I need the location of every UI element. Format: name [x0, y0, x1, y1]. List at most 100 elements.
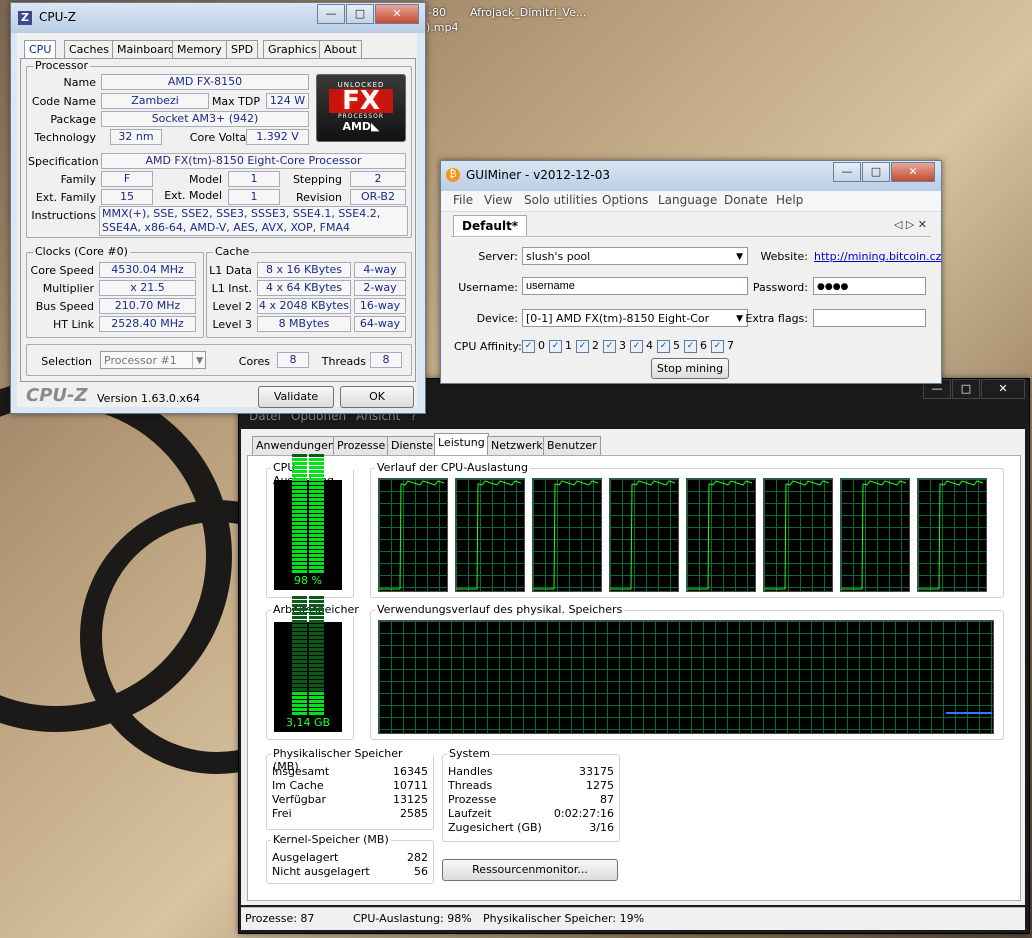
meter-segment [292, 612, 307, 615]
meter-segment [292, 510, 307, 513]
stat-row: Verfügbar 13125 [272, 793, 428, 807]
selection-select[interactable]: Processor #1 ▼ [100, 351, 206, 370]
maximize-icon[interactable]: □ [346, 4, 374, 24]
device-select[interactable]: [0-1] AMD FX(tm)-8150 Eight-Cor ▼ [522, 309, 748, 327]
stat-label: Frei [272, 807, 292, 820]
password-input[interactable]: ●●●● [813, 277, 926, 295]
desktop-file-label[interactable]: Afrojack_Dimitri_Ve... [470, 6, 586, 19]
close-icon[interactable]: ✕ [891, 162, 935, 182]
resource-monitor-button[interactable]: Ressourcenmonitor... [442, 859, 618, 881]
family-value: F [101, 171, 153, 187]
window-controls: — □ ✕ [316, 4, 419, 24]
meter-segment [292, 600, 307, 603]
tab-next-icon[interactable]: ▷ [906, 218, 914, 231]
model-value: 1 [228, 171, 280, 187]
extra-flags-input[interactable] [813, 309, 926, 327]
meter-segment [309, 656, 324, 659]
tab-leistung[interactable]: Leistung [434, 433, 489, 455]
close-icon[interactable]: ✕ [375, 4, 419, 24]
meter-segment [309, 506, 324, 509]
name-value: AMD FX-8150 [101, 74, 309, 90]
package-label: Package [50, 113, 96, 126]
meter-segment [309, 454, 324, 457]
tab-anwendungen[interactable]: Anwendungen [252, 436, 339, 455]
meter-segment [292, 668, 307, 671]
check-icon: ✓ [522, 339, 535, 353]
close-icon[interactable]: ✕ [981, 379, 1025, 399]
tab-cpu[interactable]: CPU [24, 40, 57, 59]
stop-mining-button[interactable]: Stop mining [651, 358, 729, 379]
stat-label: Laufzeit [448, 807, 492, 820]
tab-benutzer[interactable]: Benutzer [543, 436, 601, 455]
cpu-affinity-checkboxes: ✓ 0 ✓ 1 ✓ 2 ✓ 3 ✓ 4 ✓ 5 ✓ 6 ✓ 7 [522, 339, 734, 353]
tab-memory[interactable]: Memory [172, 40, 227, 59]
username-input[interactable] [522, 277, 748, 295]
menu-file[interactable]: File [453, 193, 473, 207]
stat-value: 10711 [393, 779, 428, 792]
affinity-checkbox[interactable]: ✓ 5 [657, 339, 680, 353]
affinity-checkbox[interactable]: ✓ 2 [576, 339, 599, 353]
affinity-checkbox[interactable]: ✓ 0 [522, 339, 545, 353]
cache-way: 4-way [354, 262, 406, 278]
meter-segment [292, 494, 307, 497]
tab-spd[interactable]: SPD [226, 40, 259, 59]
tab-dienste[interactable]: Dienste [387, 436, 438, 455]
maximize-icon[interactable]: □ [862, 162, 890, 182]
menu-solo-utilities[interactable]: Solo utilities [524, 193, 597, 207]
revision-label: Revision [296, 191, 342, 204]
minimize-icon[interactable]: — [317, 4, 345, 24]
affinity-checkbox[interactable]: ✓ 6 [684, 339, 707, 353]
threads-label: Threads [321, 355, 366, 368]
tab-close-icon[interactable]: ✕ [918, 218, 927, 231]
meter-segment [309, 624, 324, 627]
stat-value: 2585 [400, 807, 428, 820]
meter-segment [292, 482, 307, 485]
meter-segment [292, 514, 307, 517]
meter-segment [292, 640, 307, 643]
cache-way: 16-way [354, 298, 406, 314]
meter-segment [309, 498, 324, 501]
core-speed-value: 4530.04 MHz [99, 262, 196, 278]
bitcoin-icon: ₿ [446, 168, 460, 182]
cpu-history-title: Verlauf der CPU-Auslastung [375, 461, 530, 474]
meter-segment [309, 522, 324, 525]
menu-options[interactable]: Options [602, 193, 648, 207]
extra-flags-label: Extra flags: [745, 312, 808, 325]
meter-segment [292, 474, 307, 477]
tab-mainboard[interactable]: Mainboard [112, 40, 181, 59]
stat-value: 33175 [579, 765, 614, 778]
affinity-checkbox[interactable]: ✓ 4 [630, 339, 653, 353]
meter-segment [292, 676, 307, 679]
meter-segment [309, 616, 324, 619]
website-label: Website: [760, 250, 808, 263]
menu-donate[interactable]: Donate [724, 193, 768, 207]
tab-prev-icon[interactable]: ◁ [894, 218, 902, 231]
cpu-history-line [610, 480, 676, 590]
meter-segment [292, 604, 307, 607]
tab-prozesse[interactable]: Prozesse [333, 436, 390, 455]
tab-about[interactable]: About [319, 40, 362, 59]
tab-graphics[interactable]: Graphics [263, 40, 322, 59]
validate-button[interactable]: Validate [258, 386, 334, 408]
menu-help[interactable]: Help [776, 193, 803, 207]
desktop-label[interactable]: ).mp4 [426, 21, 458, 34]
maximize-icon[interactable]: □ [952, 379, 980, 399]
server-select[interactable]: slush's pool ▼ [522, 247, 748, 265]
minimize-icon[interactable]: — [833, 162, 861, 182]
website-link[interactable]: http://mining.bitcoin.cz [814, 250, 941, 263]
ok-button[interactable]: OK [340, 386, 414, 408]
affinity-checkbox[interactable]: ✓ 3 [603, 339, 626, 353]
tab-netzwerk[interactable]: Netzwerk [487, 436, 547, 455]
cpu-history-line [918, 480, 984, 590]
menu-view[interactable]: View [484, 193, 512, 207]
affinity-core-label: 7 [727, 339, 734, 352]
affinity-checkbox[interactable]: ✓ 1 [549, 339, 572, 353]
tab-default[interactable]: Default* [453, 215, 528, 236]
meter-segment [292, 466, 307, 469]
tab-caches[interactable]: Caches [64, 40, 114, 59]
desktop-label[interactable]: -80 [428, 6, 446, 19]
affinity-checkbox[interactable]: ✓ 7 [711, 339, 734, 353]
stat-value: 16345 [393, 765, 428, 778]
menu-language[interactable]: Language [658, 193, 717, 207]
meter-segment [292, 692, 307, 695]
